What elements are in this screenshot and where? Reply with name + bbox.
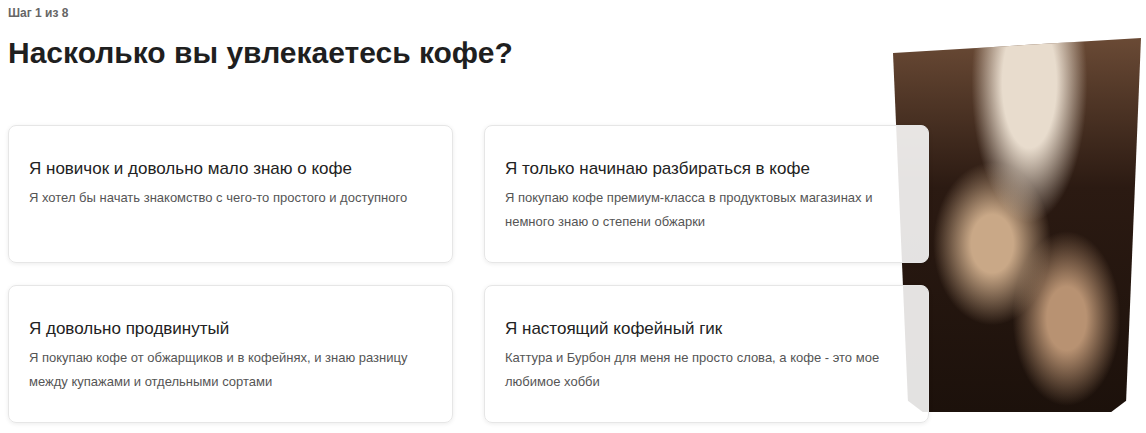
options-grid: Я новичок и довольно мало знаю о кофе Я … bbox=[8, 125, 1146, 423]
option-title: Я довольно продвинутый bbox=[29, 318, 432, 340]
option-description: Я покупаю кофе премиум-класса в продукто… bbox=[505, 186, 908, 234]
option-description: Каттура и Бурбон для меня не просто слов… bbox=[505, 346, 908, 394]
option-title: Я настоящий кофейный гик bbox=[505, 318, 908, 340]
option-description: Я хотел бы начать знакомство с чего-то п… bbox=[29, 186, 432, 210]
coffee-photo bbox=[893, 38, 1141, 412]
option-card[interactable]: Я только начинаю разбираться в кофе Я по… bbox=[484, 125, 929, 263]
option-card[interactable]: Я настоящий кофейный гик Каттура и Бурбо… bbox=[484, 285, 929, 423]
option-title: Я новичок и довольно мало знаю о кофе bbox=[29, 158, 432, 180]
step-label: Шаг 1 из 8 bbox=[8, 6, 1146, 21]
option-card[interactable]: Я довольно продвинутый Я покупаю кофе от… bbox=[8, 285, 453, 423]
option-title: Я только начинаю разбираться в кофе bbox=[505, 158, 908, 180]
question-title: Насколько вы увлекаетесь кофе? bbox=[8, 35, 1146, 71]
option-card[interactable]: Я новичок и довольно мало знаю о кофе Я … bbox=[8, 125, 453, 263]
quiz-page: Шаг 1 из 8 Насколько вы увлекаетесь кофе… bbox=[0, 0, 1146, 433]
option-description: Я покупаю кофе от обжарщиков и в кофейня… bbox=[29, 346, 432, 394]
